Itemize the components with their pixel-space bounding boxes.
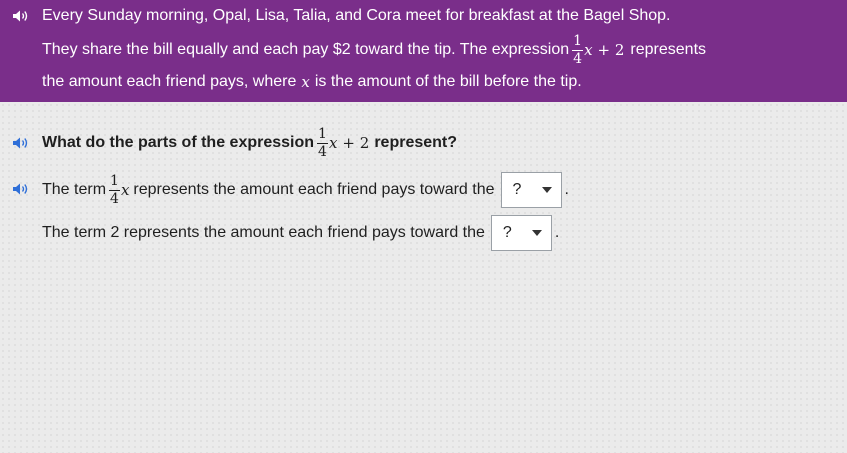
fraction-numerator: 1 [317,126,328,144]
banner-text-2: They share the bill equally and each pay… [42,41,570,58]
expression-variable: x [120,181,130,199]
banner-text-3b: is the amount of the bill before the tip… [314,73,582,90]
answer-1-selected: ? [512,181,522,198]
expression-plus-term: + 2 [342,134,370,152]
answer-2-period: . [554,224,560,241]
answer-1-text-after: represents the amount each friend pays t… [133,181,495,198]
fraction-numerator: 1 [109,173,120,191]
answer-1-dropdown[interactable]: ? [500,172,562,208]
bill-variable: x [301,73,310,91]
answer-1-period: . [564,181,569,198]
banner-text-2-end: represents [630,41,707,58]
speaker-icon[interactable] [11,182,31,196]
chevron-down-icon [531,230,542,236]
answer-line-1: The term 1 4 x represents the amount eac… [42,168,569,212]
expression-plus-term: + 2 [597,41,625,59]
problem-banner: Every Sunday morning, Opal, Lisa, Talia,… [0,0,847,102]
fraction-one-fourth: 1 4 [572,33,584,67]
answer-2-dropdown[interactable]: ? [490,215,552,251]
chevron-down-icon [541,187,552,193]
answer-1-text-before: The term [42,181,107,198]
question-text-after: represent? [374,134,458,151]
expression-variable: x [328,134,338,152]
fraction-denominator: 4 [318,144,327,160]
fraction-denominator: 4 [573,51,583,67]
fraction-one-fourth: 1 4 [109,174,120,206]
banner-line-1: Every Sunday morning, Opal, Lisa, Talia,… [42,7,671,25]
question-text-before: What do the parts of the expression [42,134,315,151]
speaker-icon[interactable] [11,9,31,23]
answer-2-text-before: The term 2 represents the amount each fr… [42,224,485,241]
banner-text-1: Every Sunday morning, Opal, Lisa, Talia,… [42,7,671,24]
answer-line-2: The term 2 represents the amount each fr… [42,214,559,252]
question-prompt: What do the parts of the expression 1 4 … [42,121,457,165]
speaker-icon[interactable] [11,136,31,150]
fraction-one-fourth: 1 4 [317,127,328,159]
fraction-numerator: 1 [572,33,584,51]
banner-line-3: the amount each friend pays, where x is … [42,71,582,93]
fraction-denominator: 4 [110,191,119,207]
answer-2-selected: ? [502,224,512,241]
banner-text-3a: the amount each friend pays, where [42,73,297,90]
banner-line-2: They share the bill equally and each pay… [42,28,706,72]
expression-variable: x [584,41,593,59]
